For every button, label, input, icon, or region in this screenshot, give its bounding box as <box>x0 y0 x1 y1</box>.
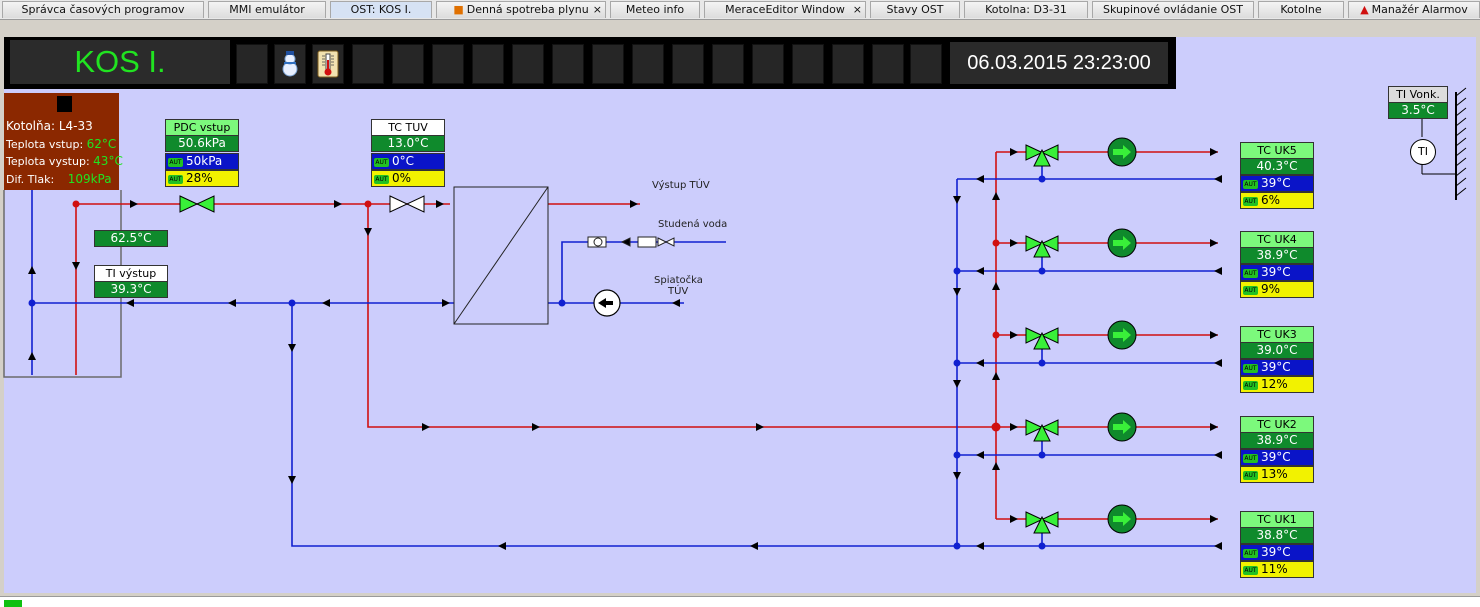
supply-temp-value: 62.5°C <box>94 230 168 247</box>
circuit-value: 38.9°C <box>1240 432 1314 449</box>
tc-tuv-value: 13.0°C <box>371 135 445 152</box>
pdc-output: AUT 28% <box>165 170 239 187</box>
pdc-valve-icon[interactable] <box>179 195 215 213</box>
circuit-setpoint[interactable]: AUT 39°C <box>1240 264 1314 281</box>
ti-vonk-value: 3.5°C <box>1388 102 1448 119</box>
circuit-setpoint[interactable]: AUT 39°C <box>1240 544 1314 561</box>
status-bar <box>0 596 1480 607</box>
tuv-circulation-pump-icon[interactable] <box>593 289 621 317</box>
tuv-text: TÚV <box>668 286 689 297</box>
tuv-valve-icon[interactable] <box>389 195 425 213</box>
circuit-label[interactable]: TC UK3 <box>1240 326 1314 343</box>
circuit-output: AUT 12% <box>1240 376 1314 393</box>
circuit-value: 38.8°C <box>1240 527 1314 544</box>
studena-voda-text: Studená voda <box>658 219 728 230</box>
boiler-name-label: Kotolňa: <box>6 119 55 133</box>
boiler-dp-value: 109kPa <box>67 172 112 186</box>
boiler-outlet-label: Teplota vystup: <box>6 155 90 168</box>
auto-mode-icon: AUT <box>1243 471 1258 480</box>
boiler-name-value: L4-33 <box>58 119 93 133</box>
pdc-value: 50.6kPa <box>165 135 239 152</box>
auto-mode-icon: AUT <box>1243 549 1258 558</box>
boiler-dp-label: Dif. Tlak: <box>6 173 55 186</box>
circuit-value: 40.3°C <box>1240 158 1314 175</box>
auto-mode-icon: AUT <box>374 175 389 184</box>
pdc-label[interactable]: PDC vstup <box>165 119 239 136</box>
tc-tuv-setpoint[interactable]: AUT 0°C <box>371 153 445 170</box>
circuit-output: AUT 11% <box>1240 561 1314 578</box>
circuit-output: AUT 9% <box>1240 281 1314 298</box>
circuit-setpoint[interactable]: AUT 39°C <box>1240 175 1314 192</box>
auto-mode-icon: AUT <box>168 175 183 184</box>
boiler-status-indicator <box>57 96 72 112</box>
boiler-inlet-label: Teplota vstup: <box>6 138 84 151</box>
auto-mode-icon: AUT <box>1243 364 1258 373</box>
circuit-output: AUT 6% <box>1240 192 1314 209</box>
boiler-outlet-value: 43°C <box>93 154 123 168</box>
circuit-output: AUT 13% <box>1240 466 1314 483</box>
auto-mode-icon: AUT <box>168 158 183 167</box>
auto-mode-icon: AUT <box>1243 566 1258 575</box>
circuit-pumps-icon[interactable] <box>1107 137 1137 534</box>
ti-vystup-value: 39.3°C <box>94 281 168 298</box>
vystup-tuv-text: Výstup TÚV <box>652 180 710 191</box>
ti-vystup-label[interactable]: TI výstup <box>94 265 168 282</box>
auto-mode-icon: AUT <box>1243 180 1258 189</box>
auto-mode-icon: AUT <box>1243 286 1258 295</box>
circuit-label[interactable]: TC UK4 <box>1240 231 1314 248</box>
circuit-label[interactable]: TC UK2 <box>1240 416 1314 433</box>
circuit-label[interactable]: TC UK1 <box>1240 511 1314 528</box>
boiler-inlet-value: 62°C <box>86 137 117 151</box>
auto-mode-icon: AUT <box>374 158 389 167</box>
auto-mode-icon: AUT <box>1243 269 1258 278</box>
tc-tuv-label[interactable]: TC TUV <box>371 119 445 136</box>
heat-exchanger <box>453 186 549 325</box>
auto-mode-icon: AUT <box>1243 197 1258 206</box>
tc-tuv-output: AUT 0% <box>371 170 445 187</box>
auto-mode-icon: AUT <box>1243 381 1258 390</box>
circuit-value: 39.0°C <box>1240 342 1314 359</box>
boiler-info-panel[interactable]: Kotolňa: L4-33 Teplota vstup: 62°C Teplo… <box>4 93 123 190</box>
ti-sensor-symbol: TI <box>1410 139 1436 165</box>
spiatocka-text: Spiatočka <box>654 275 703 286</box>
auto-mode-icon: AUT <box>1243 454 1258 463</box>
circuit-setpoint[interactable]: AUT 39°C <box>1240 449 1314 466</box>
pdc-setpoint[interactable]: AUT 50kPa <box>165 153 239 170</box>
circuit-label[interactable]: TC UK5 <box>1240 142 1314 159</box>
circuit-setpoint[interactable]: AUT 39°C <box>1240 359 1314 376</box>
circuit-valves-icon[interactable] <box>1025 144 1059 534</box>
ti-vonk-label[interactable]: TI Vonk. <box>1388 86 1448 103</box>
circuit-value: 38.9°C <box>1240 247 1314 264</box>
